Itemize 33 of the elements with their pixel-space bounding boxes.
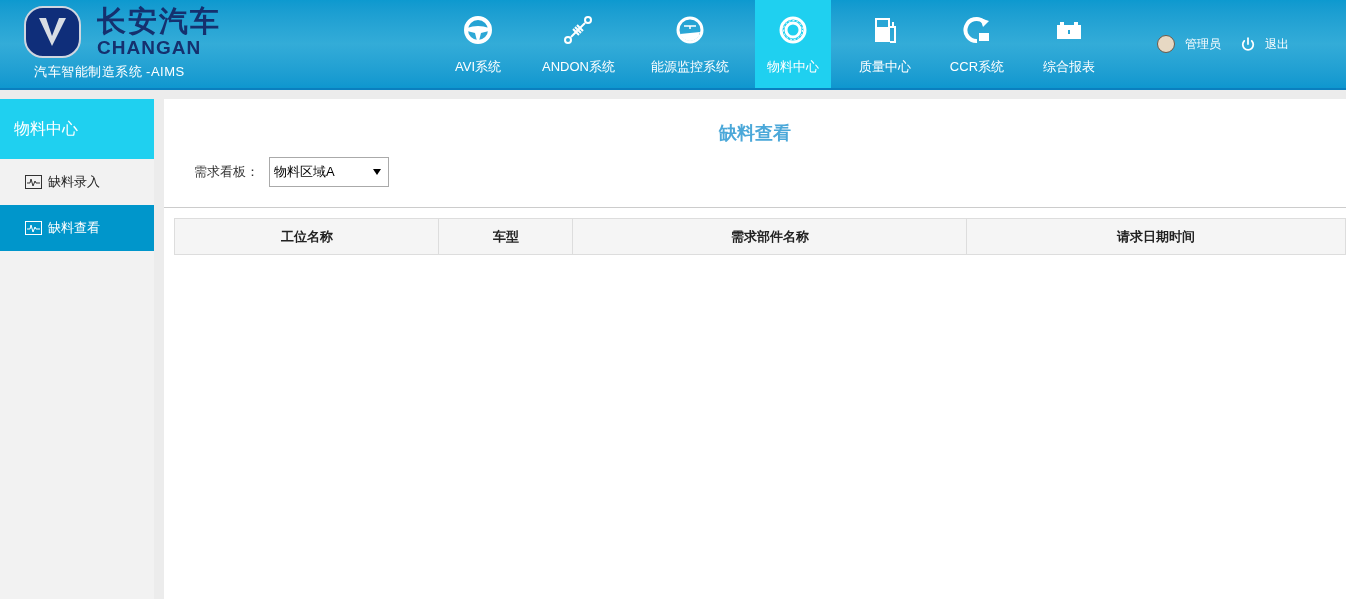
user-avatar (1156, 35, 1175, 53)
monitor-icon (25, 175, 42, 189)
logout-button[interactable]: 退出 (1240, 35, 1289, 53)
dropdown-caret-icon (373, 169, 381, 175)
sidebar-item[interactable]: 缺料录入 (0, 159, 154, 205)
brand-name-latin: CHANGAN (97, 38, 203, 57)
gauge-icon (674, 14, 705, 45)
bearing-icon (777, 14, 808, 45)
nav-tab[interactable]: 综合报表 (1030, 0, 1107, 88)
power-icon (1240, 37, 1255, 51)
logo-icon (24, 6, 81, 58)
region-select[interactable]: 物料区域A (269, 157, 389, 187)
nav-tab[interactable]: ANDON系统 (532, 0, 625, 88)
sidebar-item[interactable]: 缺料查看 (0, 205, 154, 251)
steering-wheel-icon (463, 14, 493, 45)
nav-tab[interactable]: 能源监控系统 (640, 0, 739, 88)
nav-tab[interactable]: CCR系统 (938, 0, 1015, 88)
nav-tab[interactable]: AVI系统 (440, 0, 516, 88)
brand-name: 长安汽车 (97, 7, 221, 36)
column-header: 车型 (438, 219, 572, 254)
nav-tab[interactable]: 质量中心 (846, 0, 923, 88)
refresh-icon (961, 14, 992, 45)
column-header: 需求部件名称 (572, 219, 966, 254)
page-title: 缺料查看 (718, 122, 792, 145)
nav-tab[interactable]: 物料中心 (754, 0, 831, 88)
column-header: 请求日期时间 (966, 219, 1345, 254)
shock-absorber-icon (563, 14, 594, 45)
filter-label: 需求看板： (194, 163, 259, 182)
monitor-icon (25, 221, 42, 235)
user-name: 管理员 (1184, 36, 1221, 53)
sidebar-title: 物料中心 (0, 99, 154, 159)
system-subtitle: 汽车智能制造系统 -AIMS (34, 63, 186, 81)
column-header: 工位名称 (279, 227, 334, 246)
